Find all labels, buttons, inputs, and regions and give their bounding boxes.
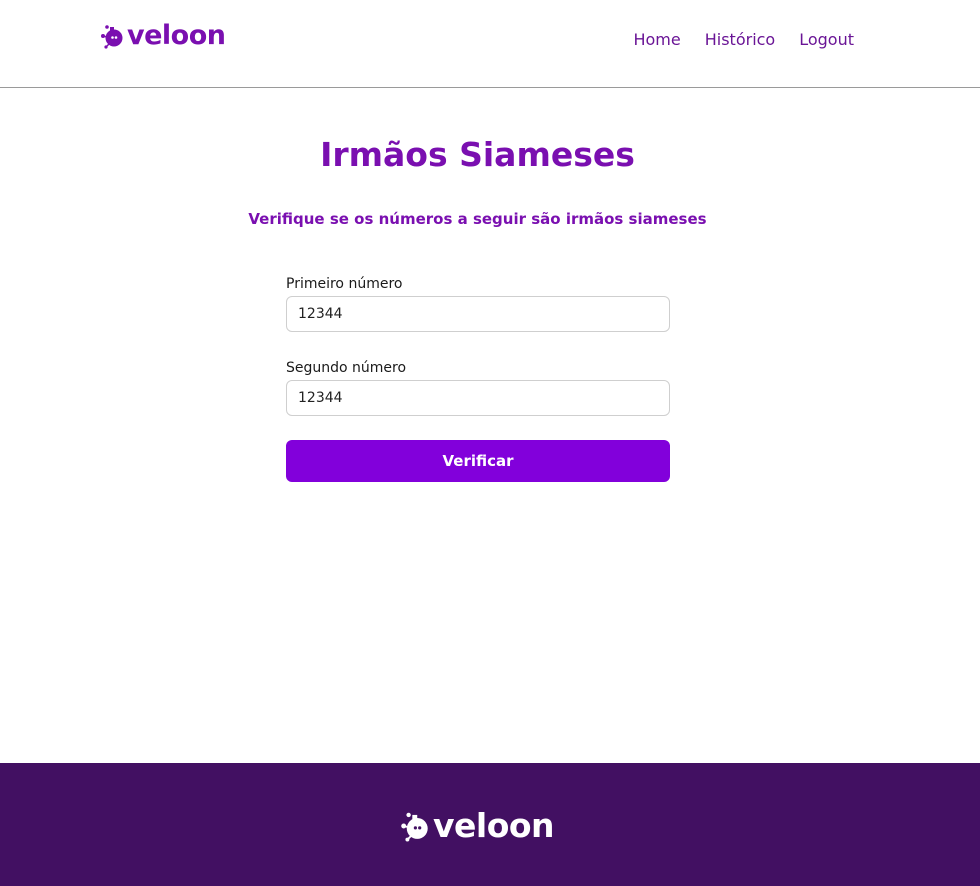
site-header: veloon Home Histórico Logout xyxy=(0,0,980,88)
veloon-logo[interactable]: veloon xyxy=(100,22,226,49)
main-content: Irmãos Siameses Verifique se os números … xyxy=(0,88,980,763)
veloon-mascot-icon xyxy=(101,24,123,49)
first-number-input[interactable] xyxy=(286,296,670,332)
nav-home-link[interactable]: Home xyxy=(633,30,680,50)
nav-historico-link[interactable]: Histórico xyxy=(705,30,775,50)
main-nav: Home Histórico Logout xyxy=(633,30,854,50)
verify-button[interactable]: Verificar xyxy=(286,440,670,482)
first-number-label: Primeiro número xyxy=(286,276,403,292)
second-number-label: Segundo número xyxy=(286,360,407,376)
footer-veloon-logo[interactable]: veloon xyxy=(400,806,555,845)
nav-logout-link[interactable]: Logout xyxy=(799,30,854,50)
site-footer: veloon xyxy=(0,763,980,886)
page-subtitle: Verifique se os números a seguir são irm… xyxy=(248,210,707,228)
footer-logo-wordmark: veloon xyxy=(433,806,555,845)
page-title: Irmãos Siameses xyxy=(320,135,635,174)
second-number-input[interactable] xyxy=(286,380,670,416)
logo-wordmark: veloon xyxy=(127,20,226,51)
veloon-mascot-icon xyxy=(401,812,428,842)
